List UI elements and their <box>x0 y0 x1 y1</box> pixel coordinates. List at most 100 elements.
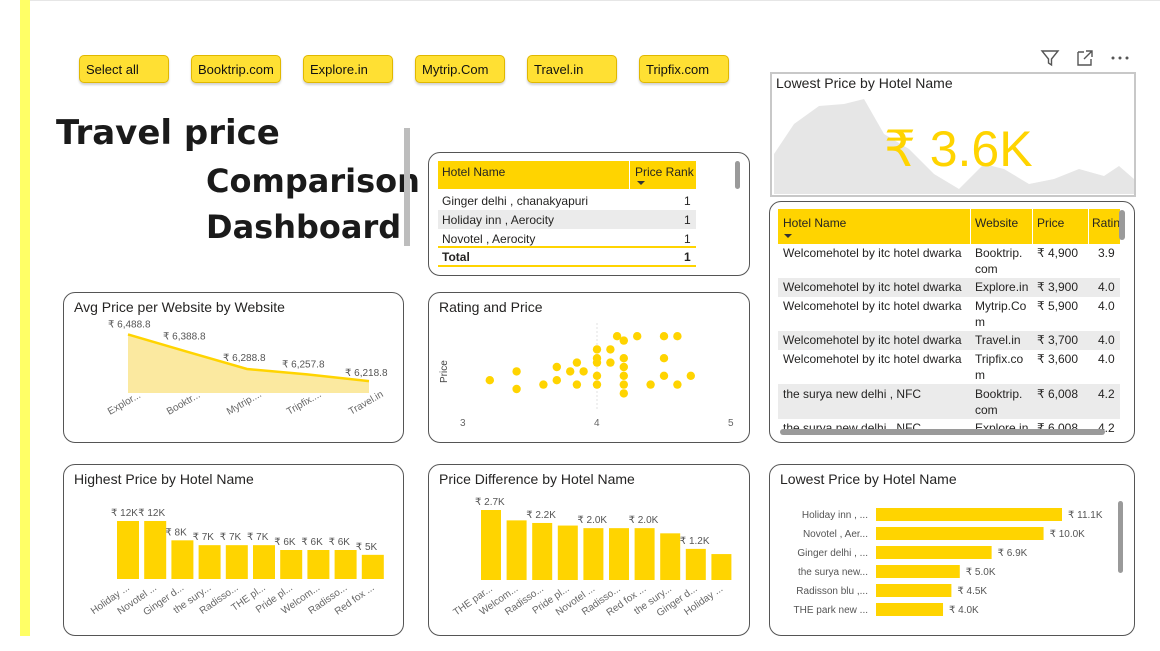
data-label: ₹ 5K <box>356 542 378 553</box>
bar <box>685 548 706 580</box>
rank-header-price-rank[interactable]: Price Rank <box>635 165 694 179</box>
bar <box>253 545 275 579</box>
data-label: ₹ 4.0K <box>949 605 979 616</box>
bar <box>532 522 553 580</box>
data-label: ₹ 6,257.8 <box>282 359 325 370</box>
title-line2: Comparison <box>206 162 420 200</box>
scatter-point <box>619 354 628 363</box>
detail-col-sep <box>1088 209 1089 244</box>
detail-cell-website-wrap: com <box>975 403 998 417</box>
sort-desc-icon[interactable] <box>783 233 793 239</box>
slicer-explore-button[interactable]: Explore.in <box>303 55 393 83</box>
scatter-point <box>619 362 628 372</box>
data-label: ₹ 10.0K <box>1050 529 1086 540</box>
rank-col-sep <box>629 161 630 189</box>
more-options-icon[interactable] <box>1110 48 1130 68</box>
detail-cell-website-wrap: m <box>975 368 985 382</box>
bar <box>334 550 357 579</box>
data-label: ₹ 2.0K <box>629 515 659 526</box>
rank-cell-value: 1 <box>684 232 691 246</box>
scatter-point <box>592 345 602 354</box>
slicer-tripfix-button[interactable]: Tripfix.com <box>639 55 729 83</box>
price-diff-panel: Price Difference by Hotel Name ₹ 2.7K THE… <box>428 464 750 636</box>
y-tick-label: Novotel , Aer... <box>803 529 868 540</box>
detail-cell-price: ₹ 4,900 <box>1037 246 1078 260</box>
rank-header-hotel[interactable]: Hotel Name <box>442 165 505 179</box>
filter-icon[interactable] <box>1040 48 1060 68</box>
detail-header-website[interactable]: Website <box>975 216 1018 230</box>
bar <box>660 533 681 580</box>
detail-cell-price: ₹ 3,900 <box>1037 280 1078 294</box>
detail-cell-hotel: Welcomehotel by itc hotel dwarka <box>783 246 962 260</box>
detail-header-price[interactable]: Price <box>1037 216 1064 230</box>
scatter-point <box>572 358 582 367</box>
horizontal-scrollbar[interactable] <box>780 429 1105 435</box>
scatter-point <box>659 332 669 341</box>
rank-table-panel: Hotel Name Price Rank Ginger delhi , cha… <box>428 152 750 276</box>
data-label: ₹ 2.2K <box>526 510 556 521</box>
detail-cell-price: ₹ 3,600 <box>1037 352 1078 366</box>
bar <box>307 550 330 579</box>
scatter-point <box>606 345 615 354</box>
detail-header-hotel[interactable]: Hotel Name <box>783 216 846 230</box>
bar <box>876 603 944 616</box>
bar <box>198 545 221 579</box>
slicer-mytrip-button[interactable]: Mytrip.Com <box>415 55 505 83</box>
vertical-scrollbar[interactable] <box>1119 210 1125 240</box>
kpi-title: Lowest Price by Hotel Name <box>776 75 953 91</box>
scatter-point <box>572 380 582 389</box>
slicer-booktrip-button[interactable]: Booktrip.com <box>191 55 281 83</box>
bar <box>876 508 1062 521</box>
kpi-value: ₹ 3.6K <box>884 121 1033 177</box>
rank-cell-value: 1 <box>684 194 691 208</box>
detail-cell-hotel: Welcomehotel by itc hotel dwarka <box>783 280 962 294</box>
bar <box>583 528 604 580</box>
data-label: ₹ 6.9K <box>998 548 1028 559</box>
data-label: ₹ 6K <box>329 537 351 548</box>
data-label: ₹ 12K <box>138 508 165 519</box>
scatter-point <box>592 380 602 389</box>
bar <box>557 525 578 580</box>
focus-mode-icon[interactable] <box>1075 48 1095 68</box>
rank-cell-hotel: Ginger delhi , chanakyapuri <box>442 194 589 208</box>
data-label: ₹ 11.1K <box>1068 510 1103 521</box>
x-tick-label: 3 <box>460 418 466 429</box>
x-tick-label: 5 <box>728 418 734 429</box>
kpi-card: Lowest Price by Hotel Name ₹ 3.6K <box>770 72 1136 197</box>
avg-price-chart: ₹ 6,488.8 ₹ 6,388.8 ₹ 6,288.8 ₹ 6,257.8 ₹ 6,… <box>106 319 388 418</box>
bar <box>876 565 960 578</box>
rank-total-label: Total <box>442 250 470 264</box>
title-line3: Dashboard <box>206 208 402 246</box>
sort-desc-icon[interactable] <box>636 180 646 186</box>
lowest-price-chart: ₹ 11.1K Holiday inn , ... ₹ 10.0K Novotel ,… <box>794 508 1103 616</box>
data-label: ₹ 2.7K <box>475 497 505 508</box>
scrollbar[interactable] <box>735 161 740 189</box>
detail-cell-website: Tripfix.co <box>975 352 1024 366</box>
scatter-point <box>592 354 602 363</box>
scatter-point <box>619 371 628 380</box>
detail-cell-rating: 4.0 <box>1098 333 1115 347</box>
x-tick-label: Explor... <box>106 390 143 418</box>
detail-cell-rating: 4.0 <box>1098 299 1115 313</box>
x-tick-label: Travel.in <box>347 389 385 418</box>
rank-cell-hotel: Novotel , Aerocity <box>442 232 536 246</box>
accent-bar <box>20 0 30 636</box>
slicer-select-all-button[interactable]: Select all <box>79 55 169 83</box>
bar <box>144 521 167 579</box>
bar <box>506 520 527 580</box>
rating-price-chart: 3 4 5 Price <box>439 323 734 429</box>
x-tick-label: Mytrip.... <box>225 389 264 418</box>
detail-header-rating[interactable]: Ratin <box>1092 216 1120 230</box>
y-tick-label: THE park new ... <box>794 605 868 616</box>
highest-price-chart: ₹ 12KHoliday ...₹ 12KNovotel ...₹ 8KGing… <box>89 508 384 618</box>
scrollbar[interactable] <box>1118 501 1123 573</box>
scatter-point <box>673 380 682 389</box>
detail-cell-rating: 3.9 <box>1098 246 1115 260</box>
slicer-travel-button[interactable]: Travel.in <box>527 55 617 83</box>
scatter-point <box>686 371 695 380</box>
detail-cell-website: Booktrip. <box>975 387 1023 401</box>
data-label: ₹ 2.0K <box>577 515 607 526</box>
scatter-point <box>552 376 561 385</box>
detail-table-panel: Hotel Name Website Price Ratin Welcomeho… <box>769 201 1135 443</box>
scatter-point <box>512 384 521 394</box>
